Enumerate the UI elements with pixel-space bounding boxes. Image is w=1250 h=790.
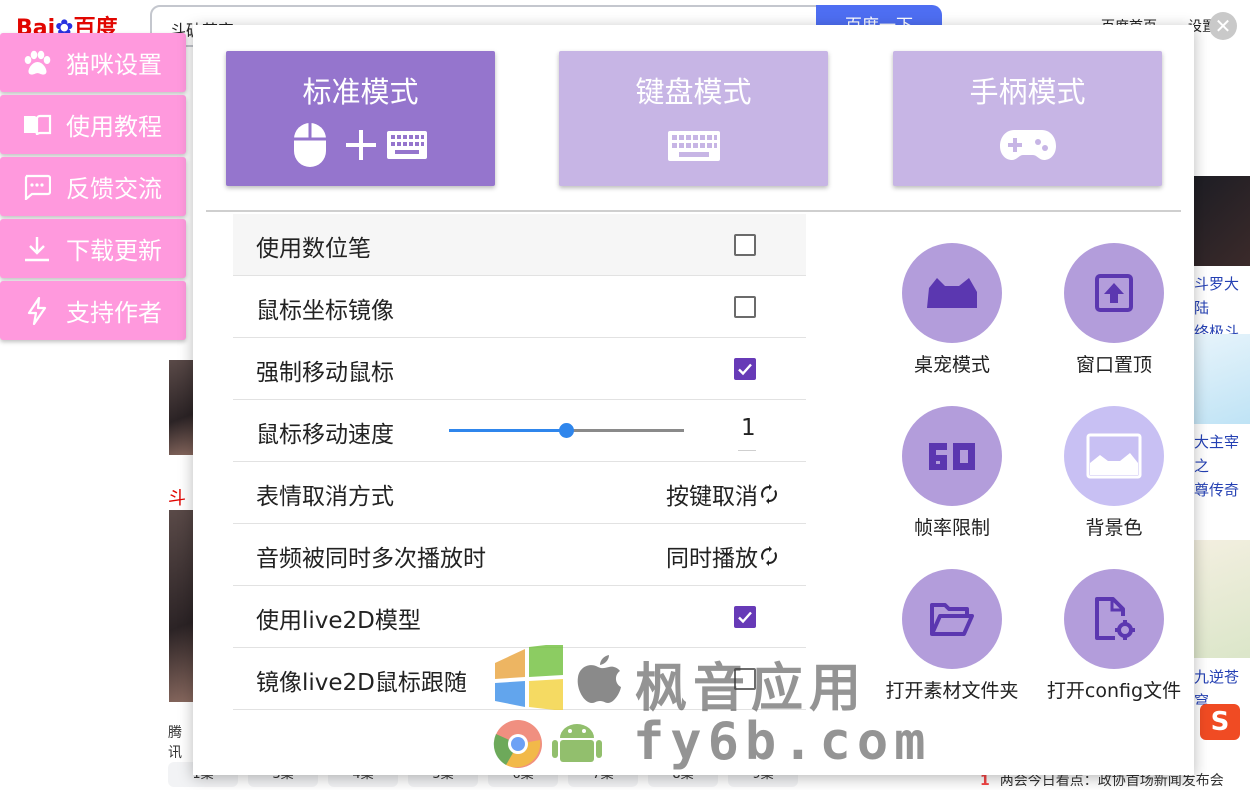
mode-label: 手柄模式	[969, 75, 1086, 109]
tool-always-on-top-button[interactable]: 窗口置顶	[1029, 243, 1199, 377]
setting-label: 表情取消方式	[256, 484, 394, 510]
tool-fps-limit-button[interactable]: 帧率限制	[867, 406, 1037, 540]
setting-label: 使用live2D模型	[256, 608, 421, 634]
close-icon[interactable]: ✕	[1209, 12, 1237, 40]
side-menu: 猫咪设置 使用教程 反馈交流 下载更新 支持作者	[0, 33, 186, 343]
keyboard-icon	[559, 121, 828, 169]
mode-label: 键盘模式	[635, 75, 752, 109]
side-menu-label: 使用教程	[66, 113, 162, 141]
tool-label: 打开config文件	[1046, 680, 1182, 702]
mouse-keyboard-icon	[226, 121, 495, 169]
side-menu-tutorial[interactable]: 使用教程	[0, 95, 186, 154]
slider-fill	[449, 429, 567, 432]
tool-label: 帧率限制	[913, 517, 990, 539]
setting-move-speed: 鼠标移动速度 1	[233, 400, 806, 462]
side-menu-feedback[interactable]: 反馈交流	[0, 157, 186, 216]
move-speed-slider[interactable]	[449, 423, 684, 438]
emoji-cancel-toggle[interactable]: 按键取消	[666, 477, 778, 511]
force-move-checkbox[interactable]	[734, 358, 756, 380]
mouse-mirror-checkbox[interactable]	[734, 296, 756, 318]
value-underline	[738, 450, 756, 451]
setting-label: 鼠标移动速度	[256, 422, 394, 448]
pin-top-icon	[1064, 243, 1164, 343]
cat-ears-icon	[902, 243, 1002, 343]
result-fragment: 斗	[168, 488, 186, 509]
mode-keyboard-button[interactable]: 键盘模式	[559, 51, 828, 186]
setting-label: 鼠标坐标镜像	[256, 298, 394, 324]
side-menu-label: 下载更新	[66, 237, 162, 265]
tool-label: 打开素材文件夹	[885, 680, 1019, 702]
poster-thumbnail[interactable]	[1194, 176, 1250, 266]
tool-background-color-button[interactable]: 背景色	[1029, 406, 1199, 540]
setting-use-pen[interactable]: 使用数位笔	[233, 214, 806, 276]
use-pen-checkbox[interactable]	[734, 234, 756, 256]
tool-open-config-file-button[interactable]: 打开config文件	[1029, 569, 1199, 703]
side-menu-label: 猫咪设置	[66, 51, 162, 79]
emoji-cancel-value: 按键取消	[666, 484, 758, 510]
folder-open-icon	[902, 569, 1002, 669]
lightning-icon	[22, 296, 52, 326]
setting-force-move[interactable]: 强制移动鼠标	[233, 338, 806, 400]
setting-emoji-cancel[interactable]: 表情取消方式 按键取消	[233, 462, 806, 524]
watermark-text: 枫音应用	[635, 659, 868, 719]
mode-standard-button[interactable]: 标准模式	[226, 51, 495, 186]
sogou-icon[interactable]: S	[1200, 704, 1240, 740]
side-menu-cat-settings[interactable]: 猫咪设置	[0, 33, 186, 92]
mode-label: 标准模式	[302, 75, 419, 109]
video-thumbnail[interactable]	[169, 360, 195, 455]
setting-label: 强制移动鼠标	[256, 360, 394, 386]
side-menu-support-author[interactable]: 支持作者	[0, 281, 186, 340]
cycle-icon	[761, 546, 777, 566]
setting-label: 音频被同时多次播放时	[256, 546, 486, 572]
check-icon	[738, 363, 752, 376]
setting-label: 使用数位笔	[256, 236, 371, 262]
setting-audio-multi[interactable]: 音频被同时多次播放时 同时播放	[233, 524, 806, 586]
section-divider	[206, 210, 1181, 212]
fps-60-icon	[902, 406, 1002, 506]
audio-multi-value: 同时播放	[666, 546, 758, 572]
setting-use-live2d[interactable]: 使用live2D模型	[233, 586, 806, 648]
settings-list: 使用数位笔 鼠标坐标镜像 强制移动鼠标 鼠标移动速度 1 表情取消方式 按键取消…	[233, 214, 806, 710]
side-menu-download-update[interactable]: 下载更新	[0, 219, 186, 278]
video-thumbnail[interactable]	[169, 510, 195, 702]
move-speed-value[interactable]: 1	[741, 415, 756, 441]
result-fragment: 腾讯	[168, 725, 182, 761]
poster-thumbnail[interactable]	[1194, 334, 1250, 424]
slider-handle[interactable]	[559, 423, 574, 438]
watermark-url: fy6b.com	[633, 712, 932, 772]
tool-label: 桌宠模式	[913, 354, 990, 376]
side-menu-label: 反馈交流	[66, 175, 162, 203]
check-icon	[738, 611, 752, 624]
tool-open-assets-folder-button[interactable]: 打开素材文件夹	[867, 569, 1037, 703]
download-icon	[22, 234, 52, 264]
poster-thumbnail[interactable]	[1194, 540, 1250, 658]
background-icon	[1064, 406, 1164, 506]
use-live2d-checkbox[interactable]	[734, 606, 756, 628]
config-file-icon	[1064, 569, 1164, 669]
audio-multi-toggle[interactable]: 同时播放	[666, 539, 778, 573]
tool-pet-mode-button[interactable]: 桌宠模式	[867, 243, 1037, 377]
setting-mouse-mirror[interactable]: 鼠标坐标镜像	[233, 276, 806, 338]
mode-gamepad-button[interactable]: 手柄模式	[893, 51, 1162, 186]
paw-icon	[22, 48, 52, 78]
chat-icon	[22, 172, 52, 202]
tool-label: 窗口置顶	[1075, 354, 1152, 376]
tool-label: 背景色	[1085, 517, 1143, 539]
book-icon	[22, 110, 52, 140]
setting-label: 镜像live2D鼠标跟随	[256, 670, 467, 696]
cycle-icon	[761, 484, 777, 504]
gamepad-icon	[893, 121, 1162, 169]
right-link[interactable]: 大主宰之 尊传奇	[1194, 430, 1250, 502]
side-menu-label: 支持作者	[66, 299, 162, 327]
